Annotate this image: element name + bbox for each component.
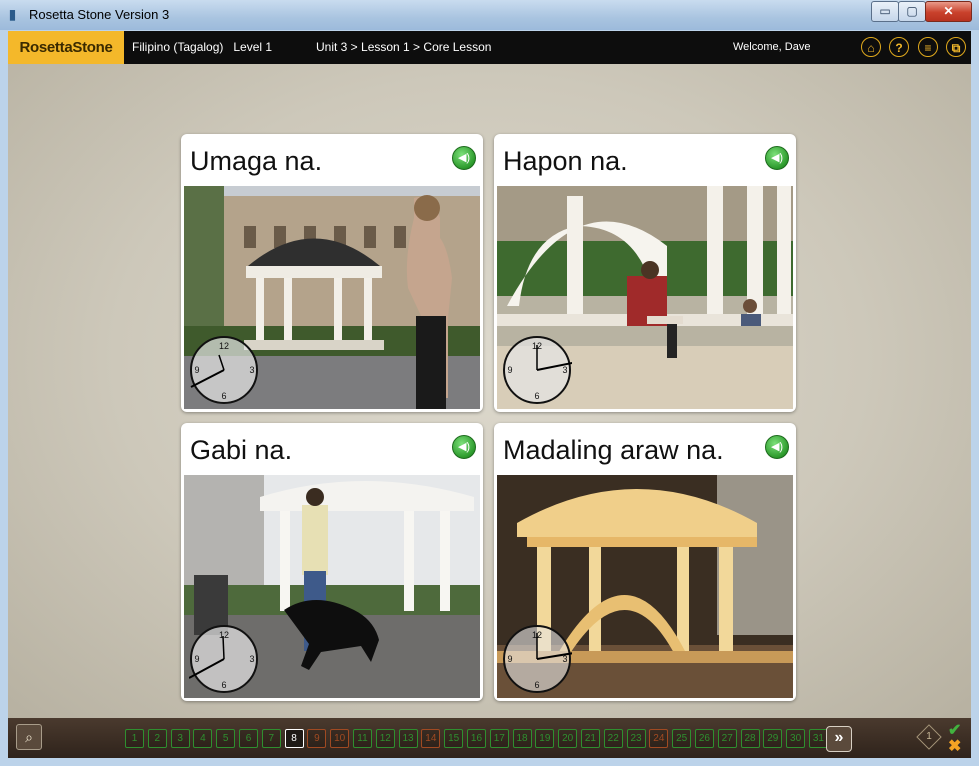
speaker-icon[interactable]: ◀)	[765, 435, 789, 459]
clock-number: 9	[507, 654, 512, 664]
page-button[interactable]: 3	[170, 729, 190, 748]
page-button[interactable]: 22	[603, 729, 623, 748]
app-header: RosettaStone Filipino (Tagalog) Level 1 …	[8, 31, 971, 64]
page-button[interactable]: 19	[535, 729, 555, 748]
answer-card[interactable]: Madaling araw na. ◀) 12 3 6 9	[494, 423, 796, 701]
page-button[interactable]: 23	[626, 729, 646, 748]
menu-icon[interactable]: ≡	[918, 37, 938, 57]
card-photo: 12 3 6 9	[497, 186, 793, 409]
answer-card[interactable]: Gabi na. ◀) 12 3 6 9	[181, 423, 483, 701]
clock-number: 9	[507, 365, 512, 375]
clock-number: 6	[221, 391, 226, 401]
card-photo: 12 3 6 9	[497, 475, 793, 698]
page-button[interactable]: 14	[421, 729, 441, 748]
page-button[interactable]: 30	[786, 729, 806, 748]
card-title: Hapon na.	[503, 146, 628, 176]
page-button[interactable]: 18	[512, 729, 532, 748]
clock-icon: 12 3 6 9	[502, 624, 572, 694]
minimize-button[interactable]: ▭	[871, 1, 899, 22]
clock-number: 12	[219, 341, 229, 351]
maximize-button[interactable]: ▢	[898, 1, 926, 22]
clock-number: 3	[249, 365, 254, 375]
clock-icon: 12 3 6 9	[189, 624, 259, 694]
card-photo: 12 3 6 9	[184, 475, 480, 698]
page-button[interactable]: 29	[763, 729, 783, 748]
app-icon: ▮	[8, 6, 17, 22]
clock-number: 3	[562, 365, 567, 375]
page-button[interactable]: 28	[740, 729, 760, 748]
page-button[interactable]: 27	[717, 729, 737, 748]
clock-icon: 12 3 6 9	[189, 335, 259, 405]
clock-number: 12	[219, 630, 229, 640]
window-title: Rosetta Stone Version 3	[29, 7, 170, 22]
next-button[interactable]: »	[826, 726, 852, 752]
card-title: Umaga na.	[190, 146, 323, 176]
page-button[interactable]: 4	[193, 729, 213, 748]
breadcrumb: Unit 3 > Lesson 1 > Core Lesson	[316, 40, 492, 54]
page-button[interactable]: 26	[694, 729, 714, 748]
cross-icon: ✖	[948, 738, 962, 755]
help-icon[interactable]: ?	[889, 37, 909, 57]
page-button[interactable]: 5	[216, 729, 236, 748]
course-label: Filipino (Tagalog) Level 1	[132, 40, 273, 54]
page-button[interactable]: 20	[558, 729, 578, 748]
page-button[interactable]: 15	[444, 729, 464, 748]
window-mode-icon[interactable]: ⧉	[946, 37, 966, 57]
clock-number: 9	[194, 654, 199, 664]
clock-number: 6	[534, 391, 539, 401]
card-photo: 12 3 6 9	[184, 186, 480, 409]
clock-number: 6	[221, 680, 226, 690]
page-button[interactable]: 10	[330, 729, 350, 748]
lesson-stage: Umaga na. ◀) 12 3 6 9 Hapon na. ◀) 3 6 9…	[8, 64, 971, 718]
page-button[interactable]: 17	[489, 729, 509, 748]
progress-diamond-icon: 1	[916, 724, 942, 750]
rosetta-stone-logo: RosettaStone	[8, 31, 124, 64]
page-button[interactable]: 2	[147, 729, 167, 748]
speaker-icon[interactable]: ◀)	[452, 146, 476, 170]
close-button[interactable]: ✕	[925, 1, 972, 22]
page-button[interactable]: 16	[466, 729, 486, 748]
welcome-text: Welcome, Dave	[733, 41, 811, 53]
card-title: Gabi na.	[190, 435, 293, 465]
page-button[interactable]: 9	[307, 729, 327, 748]
lesson-footer: ⌕ 1 2 3 4 5 6 7 8 9 10 11 12 13 14 15 16 17 18 19 20 21 22 23 2…	[8, 718, 971, 758]
card-title: Madaling araw na.	[503, 435, 724, 465]
answer-card[interactable]: Hapon na. ◀) 12	[494, 134, 796, 412]
page-button[interactable]: 7	[261, 729, 281, 748]
zoom-icon[interactable]: ⌕	[16, 724, 42, 750]
page-button[interactable]: 24	[649, 729, 669, 748]
answer-card[interactable]: Umaga na. ◀) 12 3 6 9	[181, 134, 483, 412]
speaker-icon[interactable]: ◀)	[765, 146, 789, 170]
page-strip: 1 2 3 4 5 6 7 8 9 10 11 12 13 14 15 16 17 18 19 20 21 22 23 24 2…	[125, 728, 832, 750]
page-button[interactable]: 1	[125, 729, 144, 748]
clock-number: 9	[194, 365, 199, 375]
page-button[interactable]: 13	[398, 729, 418, 748]
clock-number: 3	[249, 654, 254, 664]
clock-icon: 12 3 6 9	[502, 335, 572, 405]
page-button[interactable]: 8	[284, 729, 304, 748]
clock-number: 6	[534, 680, 539, 690]
progress-diamond-label: 1	[926, 731, 932, 742]
page-button[interactable]: 21	[580, 729, 600, 748]
page-button[interactable]: 6	[238, 729, 258, 748]
window-titlebar[interactable]: ▮ Rosetta Stone Version 3 ▭ ▢ ✕	[0, 0, 979, 30]
home-icon[interactable]: ⌂	[861, 37, 881, 57]
page-button[interactable]: 12	[375, 729, 395, 748]
page-button[interactable]: 25	[672, 729, 692, 748]
speaker-icon[interactable]: ◀)	[452, 435, 476, 459]
page-button[interactable]: 11	[352, 729, 372, 748]
